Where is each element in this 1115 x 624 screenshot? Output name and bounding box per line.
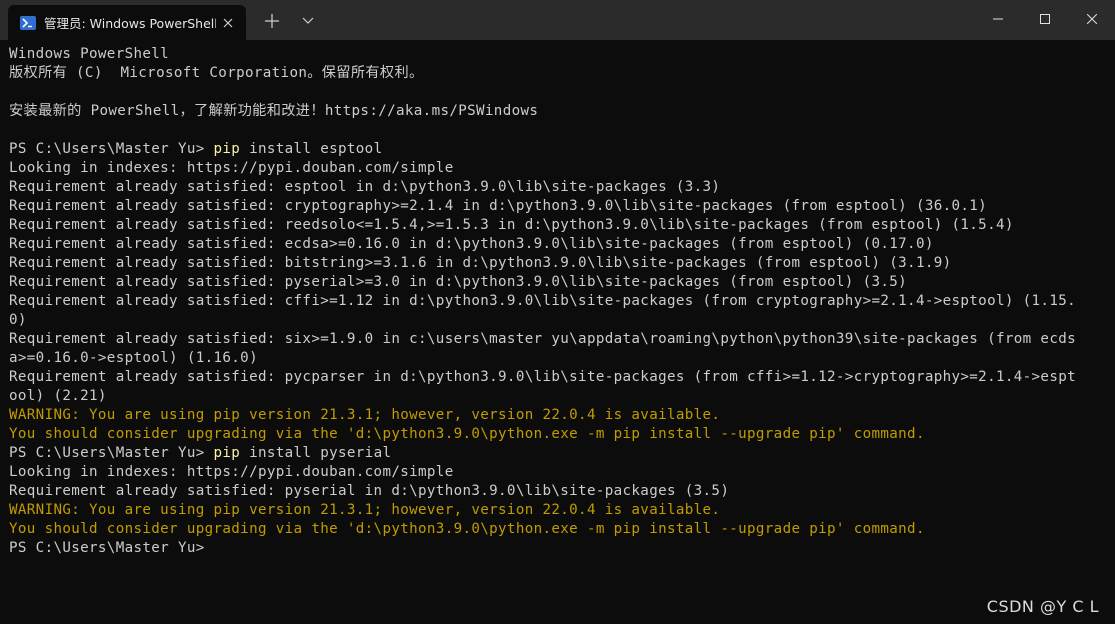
command-args: install esptool [240, 141, 383, 157]
output-line: Requirement already satisfied: pycparser… [9, 369, 1076, 385]
output-line: PS C:\Users\Master Yu> [9, 540, 205, 556]
prompt-text: PS C:\Users\Master Yu> [9, 141, 214, 157]
output-line: Requirement already satisfied: pyserial … [9, 483, 730, 499]
maximize-icon[interactable] [1022, 0, 1068, 38]
output-line: Requirement already satisfied: bitstring… [9, 255, 952, 271]
warning-line: WARNING: You are using pip version 21.3.… [9, 502, 721, 518]
command-name: pip [213, 141, 241, 157]
tab-close-icon[interactable] [216, 11, 240, 35]
tab-title: 管理员: Windows PowerShell [44, 16, 216, 31]
output-line: Requirement already satisfied: six>=1.9.… [9, 331, 1076, 347]
output-line: Requirement already satisfied: esptool i… [9, 179, 721, 195]
minimize-icon[interactable] [975, 0, 1021, 38]
powershell-icon [20, 15, 36, 30]
output-line: 安装最新的 PowerShell，了解新功能和改进！https://aka.ms… [9, 103, 539, 119]
output-line: a>=0.16.0->esptool) (1.16.0) [9, 350, 258, 366]
warning-line: You should consider upgrading via the 'd… [9, 426, 925, 442]
output-line: Looking in indexes: https://pypi.douban.… [9, 160, 454, 176]
output-line: Requirement already satisfied: cffi>=1.1… [9, 293, 1076, 309]
output-line: Requirement already satisfied: cryptogra… [9, 198, 988, 214]
close-icon[interactable] [1069, 0, 1115, 38]
output-line: ool) (2.21) [9, 388, 107, 404]
command-name: pip [213, 445, 241, 461]
warning-line: WARNING: You are using pip version 21.3.… [9, 407, 721, 423]
chevron-down-icon[interactable] [294, 9, 322, 33]
output-line: Windows PowerShell [9, 46, 170, 62]
command-args: install pyserial [240, 445, 392, 461]
title-bar: 管理员: Windows PowerShell [0, 0, 1115, 40]
output-line: 版权所有 (C) Microsoft Corporation。保留所有权利。 [9, 65, 424, 81]
prompt-line: PS C:\Users\Master Yu> pip install pyser… [9, 444, 1109, 463]
warning-line: You should consider upgrading via the 'd… [9, 521, 925, 537]
output-line: 0) [9, 312, 27, 328]
watermark: CSDN @Y C L [986, 597, 1099, 616]
prompt-line: PS C:\Users\Master Yu> pip install espto… [9, 140, 1109, 159]
tab-powershell[interactable]: 管理员: Windows PowerShell [8, 5, 246, 40]
output-line: Requirement already satisfied: reedsolo<… [9, 217, 1014, 233]
new-tab-plus-icon[interactable] [258, 9, 286, 33]
output-line: Requirement already satisfied: ecdsa>=0.… [9, 236, 934, 252]
terminal-output[interactable]: Windows PowerShell 版权所有 (C) Microsoft Cor… [9, 45, 1109, 620]
prompt-text: PS C:\Users\Master Yu> [9, 445, 214, 461]
output-line: Looking in indexes: https://pypi.douban.… [9, 464, 454, 480]
output-line: Requirement already satisfied: pyserial>… [9, 274, 908, 290]
